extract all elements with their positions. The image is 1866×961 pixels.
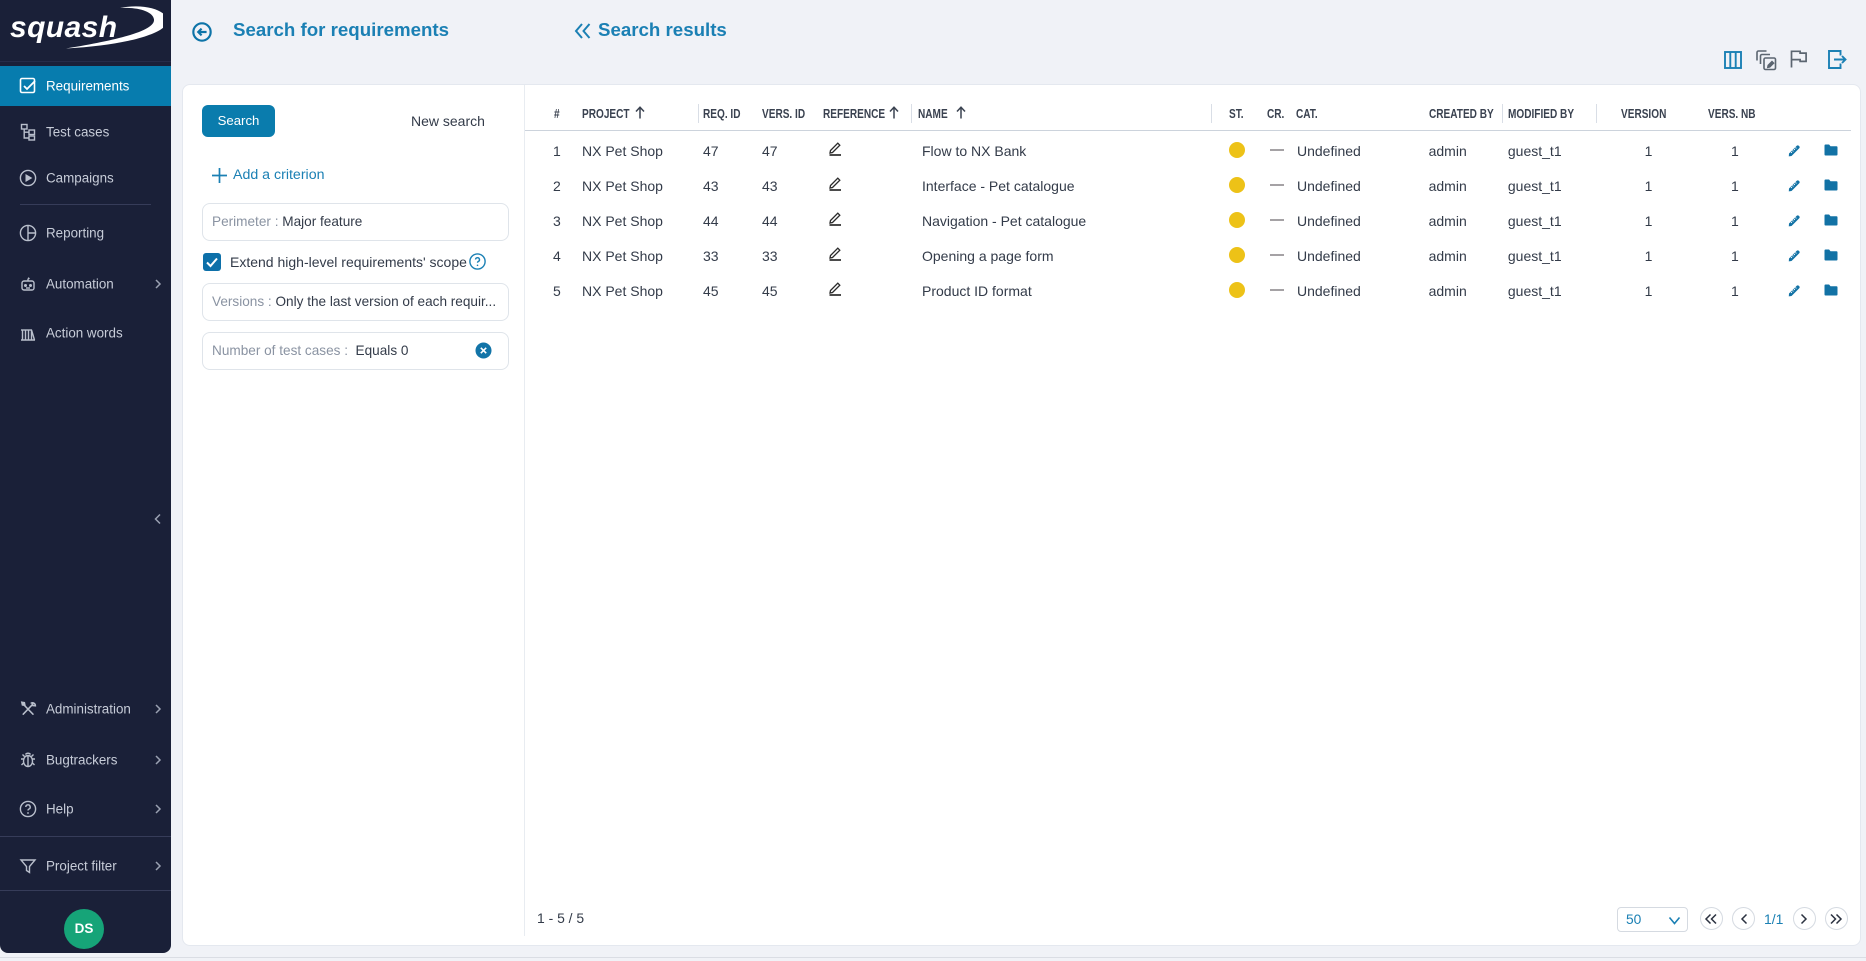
svg-text:squash: squash bbox=[10, 11, 117, 44]
